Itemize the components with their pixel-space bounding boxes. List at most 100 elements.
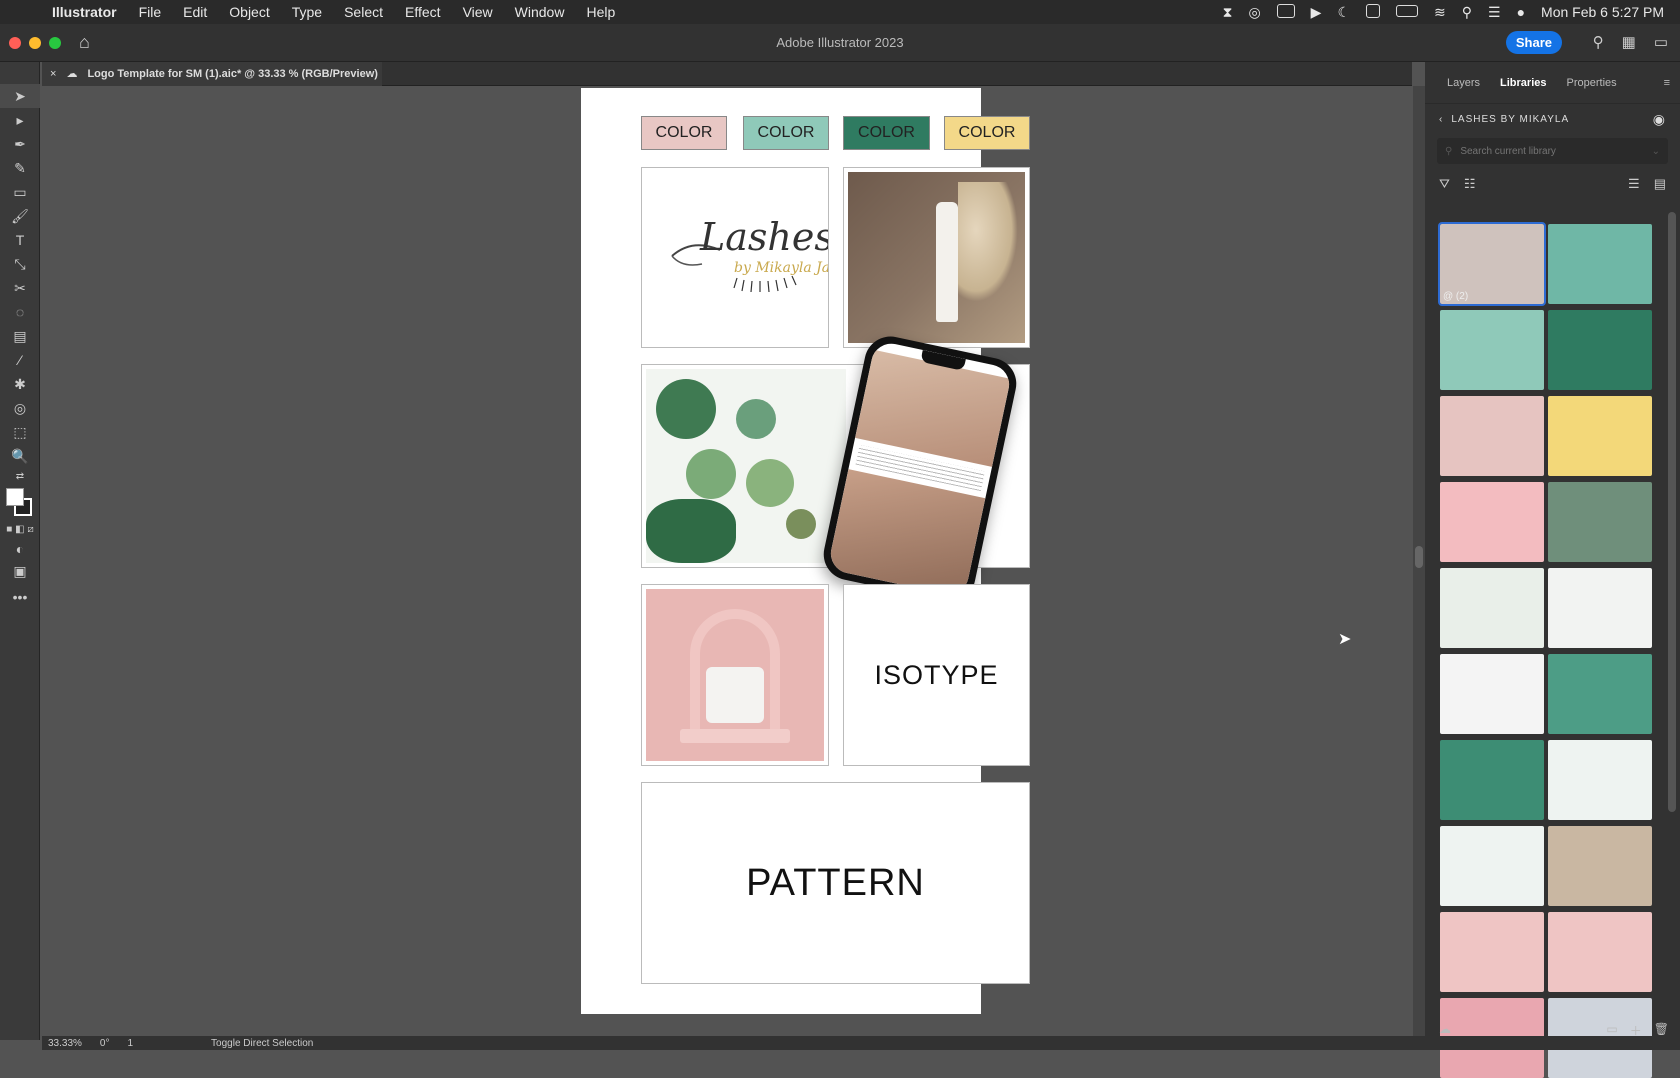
close-window-button[interactable] xyxy=(9,36,21,49)
share-button[interactable]: Share xyxy=(1505,31,1562,54)
library-color-swatch[interactable] xyxy=(1440,482,1544,562)
library-image-thumbnail[interactable] xyxy=(1440,568,1544,648)
scroll-thumb[interactable] xyxy=(1415,546,1423,568)
library-image-thumbnail[interactable]: @ (2) xyxy=(1438,222,1546,306)
menu-select[interactable]: Select xyxy=(344,4,383,20)
fill-stroke-swatch[interactable] xyxy=(0,484,40,520)
panel-menu-icon[interactable]: ≡ xyxy=(1664,77,1680,89)
library-image-thumbnail[interactable] xyxy=(1548,912,1652,992)
panel-scrollbar[interactable] xyxy=(1668,212,1676,812)
library-image-thumbnail[interactable] xyxy=(1440,654,1544,734)
app-menu[interactable]: Illustrator xyxy=(52,4,117,20)
zoom-tool-icon[interactable]: 🔍 xyxy=(0,444,40,468)
shape-builder-tool-icon[interactable]: ◎ xyxy=(0,396,40,420)
rectangle-tool-icon[interactable]: ▭ xyxy=(0,180,40,204)
tab-layers[interactable]: Layers xyxy=(1437,77,1490,89)
library-image-thumbnail[interactable] xyxy=(1548,482,1652,562)
library-image-thumbnail[interactable] xyxy=(1440,740,1544,820)
scissors-tool-icon[interactable]: ✂ xyxy=(0,276,40,300)
screen-mode-icon[interactable]: ▣ xyxy=(0,560,40,582)
menu-file[interactable]: File xyxy=(139,4,162,20)
library-color-swatch[interactable] xyxy=(1548,224,1652,304)
library-color-swatch[interactable] xyxy=(1548,310,1652,390)
menu-help[interactable]: Help xyxy=(586,4,615,20)
library-name[interactable]: LASHES BY MIKAYLA xyxy=(1451,114,1569,125)
paintbrush-tool-icon[interactable]: 🖌 xyxy=(0,204,40,228)
tool-hint[interactable]: Toggle Direct Selection xyxy=(211,1038,313,1049)
zoom-window-button[interactable] xyxy=(49,36,61,49)
rotation-value[interactable]: 0° xyxy=(100,1038,110,1049)
back-chevron-icon[interactable]: ‹ xyxy=(1439,114,1443,125)
swap-colors-icon[interactable]: ⇄ xyxy=(0,468,40,484)
color-box-3[interactable]: COLOR xyxy=(843,116,930,150)
arrange-documents-icon[interactable]: ▦ xyxy=(1622,33,1636,51)
more-tools-icon[interactable]: ••• xyxy=(0,582,40,612)
candle-photo-panel[interactable] xyxy=(641,584,829,766)
wifi-icon[interactable]: ≋ xyxy=(1434,4,1446,21)
minimize-window-button[interactable] xyxy=(29,36,41,49)
display-icon[interactable] xyxy=(1276,3,1295,21)
zoom-level[interactable]: 33.33% xyxy=(48,1038,82,1049)
pattern-panel[interactable]: PATTERN xyxy=(641,782,1030,984)
library-image-thumbnail[interactable] xyxy=(1440,912,1544,992)
gradient-tool-icon[interactable]: ▤ xyxy=(0,324,40,348)
menu-window[interactable]: Window xyxy=(515,4,565,20)
tab-properties[interactable]: Properties xyxy=(1557,77,1627,89)
library-color-swatch[interactable] xyxy=(1548,396,1652,476)
document-tab[interactable]: × ☁ Logo Template for SM (1).aic* @ 33.3… xyxy=(42,61,382,86)
color-box-1[interactable]: COLOR xyxy=(641,116,727,150)
type-tool-icon[interactable]: T xyxy=(0,228,40,252)
scale-tool-icon[interactable]: ⤡ xyxy=(0,252,40,276)
menu-effect[interactable]: Effect xyxy=(405,4,441,20)
library-image-thumbnail[interactable] xyxy=(1548,654,1652,734)
siri-icon[interactable]: ● xyxy=(1517,4,1525,20)
library-image-thumbnail[interactable] xyxy=(1440,826,1544,906)
lasso-tool-icon[interactable]: ◌ xyxy=(0,300,40,324)
workspace-icon[interactable]: ▭ xyxy=(1654,33,1668,51)
menu-object[interactable]: Object xyxy=(229,4,269,20)
home-icon[interactable]: ⌂ xyxy=(79,32,90,53)
library-image-thumbnail[interactable] xyxy=(1548,740,1652,820)
selection-tool-icon[interactable]: ➤ xyxy=(0,84,40,108)
play-icon[interactable]: ▶ xyxy=(1311,4,1322,21)
invite-user-icon[interactable]: ◉ xyxy=(1653,111,1666,128)
pen-tool-icon[interactable]: ✒ xyxy=(0,132,40,156)
library-search-box[interactable]: ⚲ ⌄ xyxy=(1437,138,1668,164)
list-view-icon[interactable]: ☰ xyxy=(1628,176,1640,192)
artboard-navigator[interactable]: 1 xyxy=(127,1038,133,1049)
artboard-tool-icon[interactable]: ⬚ xyxy=(0,420,40,444)
logo-panel[interactable]: Lashes by Mikayla Jai xyxy=(641,167,835,348)
moon-icon[interactable]: ☾ xyxy=(1337,4,1350,21)
library-image-thumbnail[interactable] xyxy=(1548,568,1652,648)
search-icon[interactable]: ⚲ xyxy=(1593,33,1604,51)
library-search-input[interactable] xyxy=(1460,145,1631,157)
clock-text[interactable]: Mon Feb 6 5:27 PM xyxy=(1541,4,1664,20)
color-box-4[interactable]: COLOR xyxy=(944,116,1030,150)
isotype-panel[interactable]: ISOTYPE xyxy=(843,584,1030,766)
draw-mode-icon[interactable]: ◐ xyxy=(0,538,40,560)
library-color-swatch[interactable] xyxy=(1440,310,1544,390)
window-icon[interactable] xyxy=(1366,3,1381,21)
sort-icon[interactable]: ☷ xyxy=(1464,176,1476,192)
chevron-down-icon[interactable]: ⌄ xyxy=(1652,146,1660,157)
menu-edit[interactable]: Edit xyxy=(183,4,207,20)
color-box-2[interactable]: COLOR xyxy=(743,116,829,150)
tab-libraries[interactable]: Libraries xyxy=(1490,77,1556,89)
toolbar-grip[interactable] xyxy=(0,62,39,84)
filter-icon[interactable]: ⛛ xyxy=(1439,176,1450,192)
puppet-warp-tool-icon[interactable]: ✱ xyxy=(0,372,40,396)
eyedropper-tool-icon[interactable]: ⁄ xyxy=(0,348,40,372)
canvas-vertical-scrollbar[interactable] xyxy=(1413,86,1425,1040)
menu-type[interactable]: Type xyxy=(292,4,322,20)
menu-view[interactable]: View xyxy=(463,4,493,20)
bottle-photo-panel[interactable] xyxy=(843,167,1030,348)
creative-cloud-icon[interactable]: ◎ xyxy=(1248,4,1260,21)
close-tab-icon[interactable]: × xyxy=(50,68,56,80)
grid-view-icon[interactable]: ▤ xyxy=(1654,176,1666,192)
color-mode-icon[interactable]: ■ ◧ ⧄ xyxy=(0,520,40,538)
fill-swatch[interactable] xyxy=(6,488,24,506)
direct-selection-tool-icon[interactable]: ▸ xyxy=(0,108,40,132)
search-icon[interactable]: ⚲ xyxy=(1462,4,1472,21)
curvature-tool-icon[interactable]: ✎ xyxy=(0,156,40,180)
library-image-thumbnail[interactable] xyxy=(1548,826,1652,906)
